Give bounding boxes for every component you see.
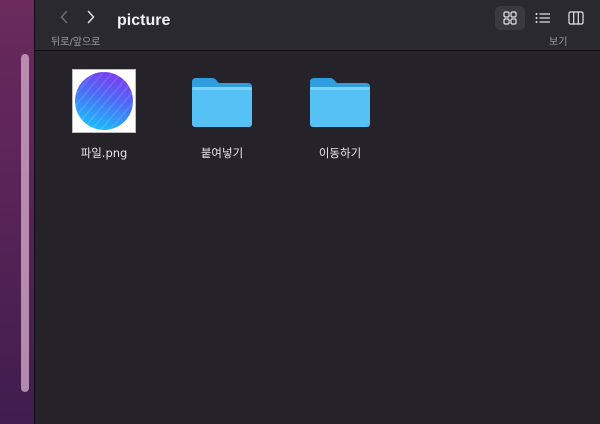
columns-icon <box>568 11 584 25</box>
list-view-button[interactable] <box>528 6 558 30</box>
folder-label: 이동하기 <box>318 146 362 160</box>
file-label: 파일.png <box>80 146 128 160</box>
view-caption: 보기 <box>549 37 568 48</box>
file-icon-container <box>72 68 136 134</box>
gradient-circle-image <box>75 72 133 130</box>
column-view-button[interactable] <box>561 6 591 30</box>
image-thumbnail-icon <box>72 69 136 133</box>
forward-button[interactable] <box>80 6 102 28</box>
chevron-left-icon <box>60 10 68 24</box>
toolbar: 뒤로/앞으로 picture 보기 <box>35 0 600 51</box>
folder-item-move[interactable]: 이동하기 <box>285 68 395 161</box>
icon-grid-icon <box>503 11 517 25</box>
list-icon <box>535 13 550 23</box>
folder-icon <box>192 78 252 127</box>
desktop-background <box>0 0 35 424</box>
file-grid: 파일.png 붙여넣기 이동하기 <box>35 52 600 424</box>
sidebar-scrollbar[interactable] <box>21 54 29 392</box>
chevron-right-icon <box>87 10 95 24</box>
folder-item-paste[interactable]: 붙여넣기 <box>167 68 277 161</box>
folder-icon-container <box>308 68 372 134</box>
icon-view-button[interactable] <box>495 6 525 30</box>
file-item-png[interactable]: 파일.png <box>49 68 159 161</box>
window-title: picture <box>117 12 171 29</box>
nav-caption: 뒤로/앞으로 <box>51 37 101 48</box>
folder-icon-container <box>190 68 254 134</box>
folder-label: 붙여넣기 <box>200 146 244 160</box>
back-button[interactable] <box>53 6 75 28</box>
folder-icon <box>310 78 370 127</box>
finder-window: 뒤로/앞으로 picture 보기 파일.png 붙여넣기 이동하기 <box>35 0 600 424</box>
